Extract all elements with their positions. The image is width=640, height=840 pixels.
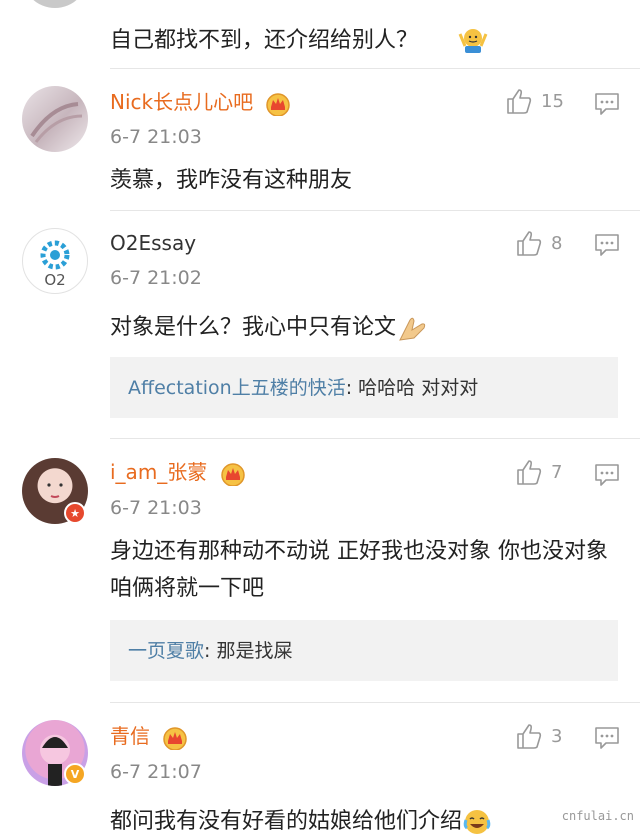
reply-username[interactable]: Affectation上五楼的快活 xyxy=(128,377,346,399)
vip-crown-icon xyxy=(163,726,188,750)
vip-crown-icon xyxy=(220,462,245,486)
reply-text: 哈哈哈 对对对 xyxy=(358,377,479,399)
watermark: cnfulai.cn xyxy=(561,809,634,823)
username[interactable]: Nick长点儿心吧 xyxy=(110,90,291,116)
comment-text: 羡慕，我咋没有这种朋友 xyxy=(110,168,353,193)
verified-badge-icon: ★ xyxy=(64,502,86,524)
like-count: 3 xyxy=(551,725,563,747)
thumbs-up-icon xyxy=(507,89,532,114)
sub-reply-box[interactable]: Affectation上五楼的快活: 哈哈哈 对对对 xyxy=(110,357,618,418)
like-button[interactable]: 15 xyxy=(505,87,564,115)
timestamp: 6-7 21:03 xyxy=(110,497,202,519)
like-button[interactable]: 7 xyxy=(515,458,562,486)
comment-text: 都问我有没有好看的姑娘给他们介绍 xyxy=(110,803,615,840)
comment-text-content: 对象是什么？我心中只有论文 xyxy=(110,315,397,340)
username[interactable]: i_am_张蒙 xyxy=(110,460,246,486)
divider xyxy=(110,68,640,69)
username[interactable]: 青信 xyxy=(110,724,188,750)
username-text[interactable]: 青信 xyxy=(110,724,150,748)
thumbs-up-icon xyxy=(517,724,542,749)
username[interactable]: O2Essay xyxy=(110,231,196,255)
like-button[interactable]: 8 xyxy=(515,229,562,257)
shrug-emoji-icon xyxy=(458,29,488,53)
laughing-tears-emoji-icon xyxy=(463,810,491,834)
thumbs-up-icon xyxy=(517,460,542,485)
divider xyxy=(110,210,640,211)
comment-text: 对象是什么？我心中只有论文 xyxy=(110,309,615,346)
comment-reply-icon[interactable] xyxy=(594,233,620,257)
avatar-logo-text: O2 xyxy=(44,271,66,289)
comment-text: 自己都找不到，还介绍给别人？ xyxy=(110,28,419,53)
username-text[interactable]: O2Essay xyxy=(110,231,196,255)
avatar[interactable] xyxy=(22,86,88,152)
hand-photo-icon xyxy=(30,102,83,143)
verified-badge-icon: V xyxy=(64,763,86,785)
like-count: 7 xyxy=(551,461,563,483)
comment-reply-icon[interactable] xyxy=(594,726,620,750)
top-avatar-partial[interactable] xyxy=(22,0,88,8)
comment-text: 身边还有那种动不动说 正好我也没对象 你也没对象 咱俩将就一下吧 xyxy=(110,539,608,601)
reply-separator: : xyxy=(345,377,359,399)
timestamp: 6-7 21:03 xyxy=(110,126,202,148)
sub-reply-box[interactable]: 一页夏歌: 那是找屎 xyxy=(110,620,618,681)
like-count: 8 xyxy=(551,232,563,254)
timestamp: 6-7 21:07 xyxy=(110,761,202,783)
reply-separator: : xyxy=(204,640,217,662)
username-text[interactable]: Nick长点儿心吧 xyxy=(110,90,253,114)
reply-text: 那是找屎 xyxy=(216,640,293,662)
comment-reply-icon[interactable] xyxy=(594,92,620,116)
divider xyxy=(110,702,640,703)
comment-text-content: 都问我有没有好看的姑娘给他们介绍 xyxy=(110,809,463,834)
like-button[interactable]: 3 xyxy=(515,722,562,750)
like-count: 15 xyxy=(541,90,564,112)
reply-username[interactable]: 一页夏歌 xyxy=(128,640,204,662)
avatar[interactable]: O2 xyxy=(22,228,88,294)
vip-crown-icon xyxy=(266,92,291,116)
username-text[interactable]: i_am_张蒙 xyxy=(110,460,207,484)
praying-hands-emoji-icon xyxy=(399,317,426,341)
divider xyxy=(110,438,640,439)
comment-reply-icon[interactable] xyxy=(594,463,620,487)
timestamp: 6-7 21:02 xyxy=(110,267,202,289)
thumbs-up-icon xyxy=(517,231,542,256)
